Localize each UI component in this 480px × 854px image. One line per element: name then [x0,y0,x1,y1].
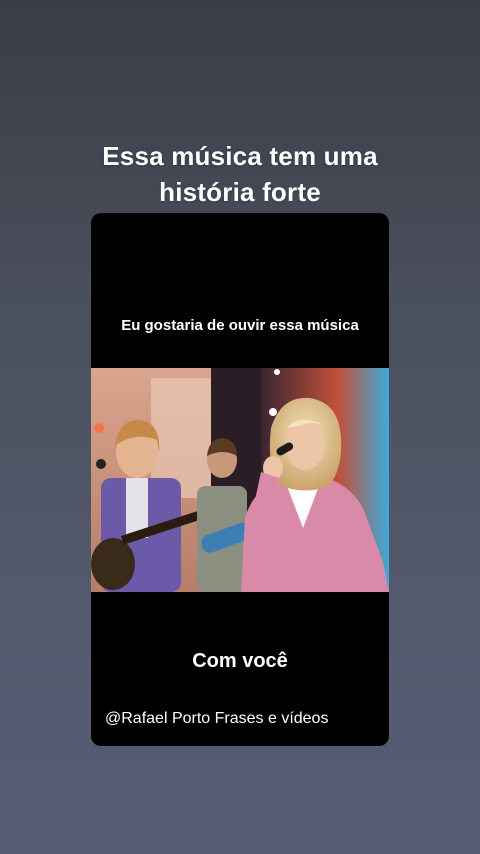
creator-watermark: @Rafael Porto Frases e vídeos [105,710,329,727]
video-top-text: Eu gostaria de ouvir essa música [121,317,359,334]
story-screen: Essa música tem uma história forte Eu go… [0,0,480,854]
video-player[interactable]: Eu gostaria de ouvir essa música Com voc… [91,213,389,746]
video-caption: Com você [192,650,288,672]
video-still-image [91,368,389,592]
headline-line-2: história forte [159,177,321,207]
story-headline: Essa música tem uma história forte [40,138,440,210]
headline-line-1: Essa música tem uma [102,141,378,171]
video-frame[interactable] [91,368,389,592]
